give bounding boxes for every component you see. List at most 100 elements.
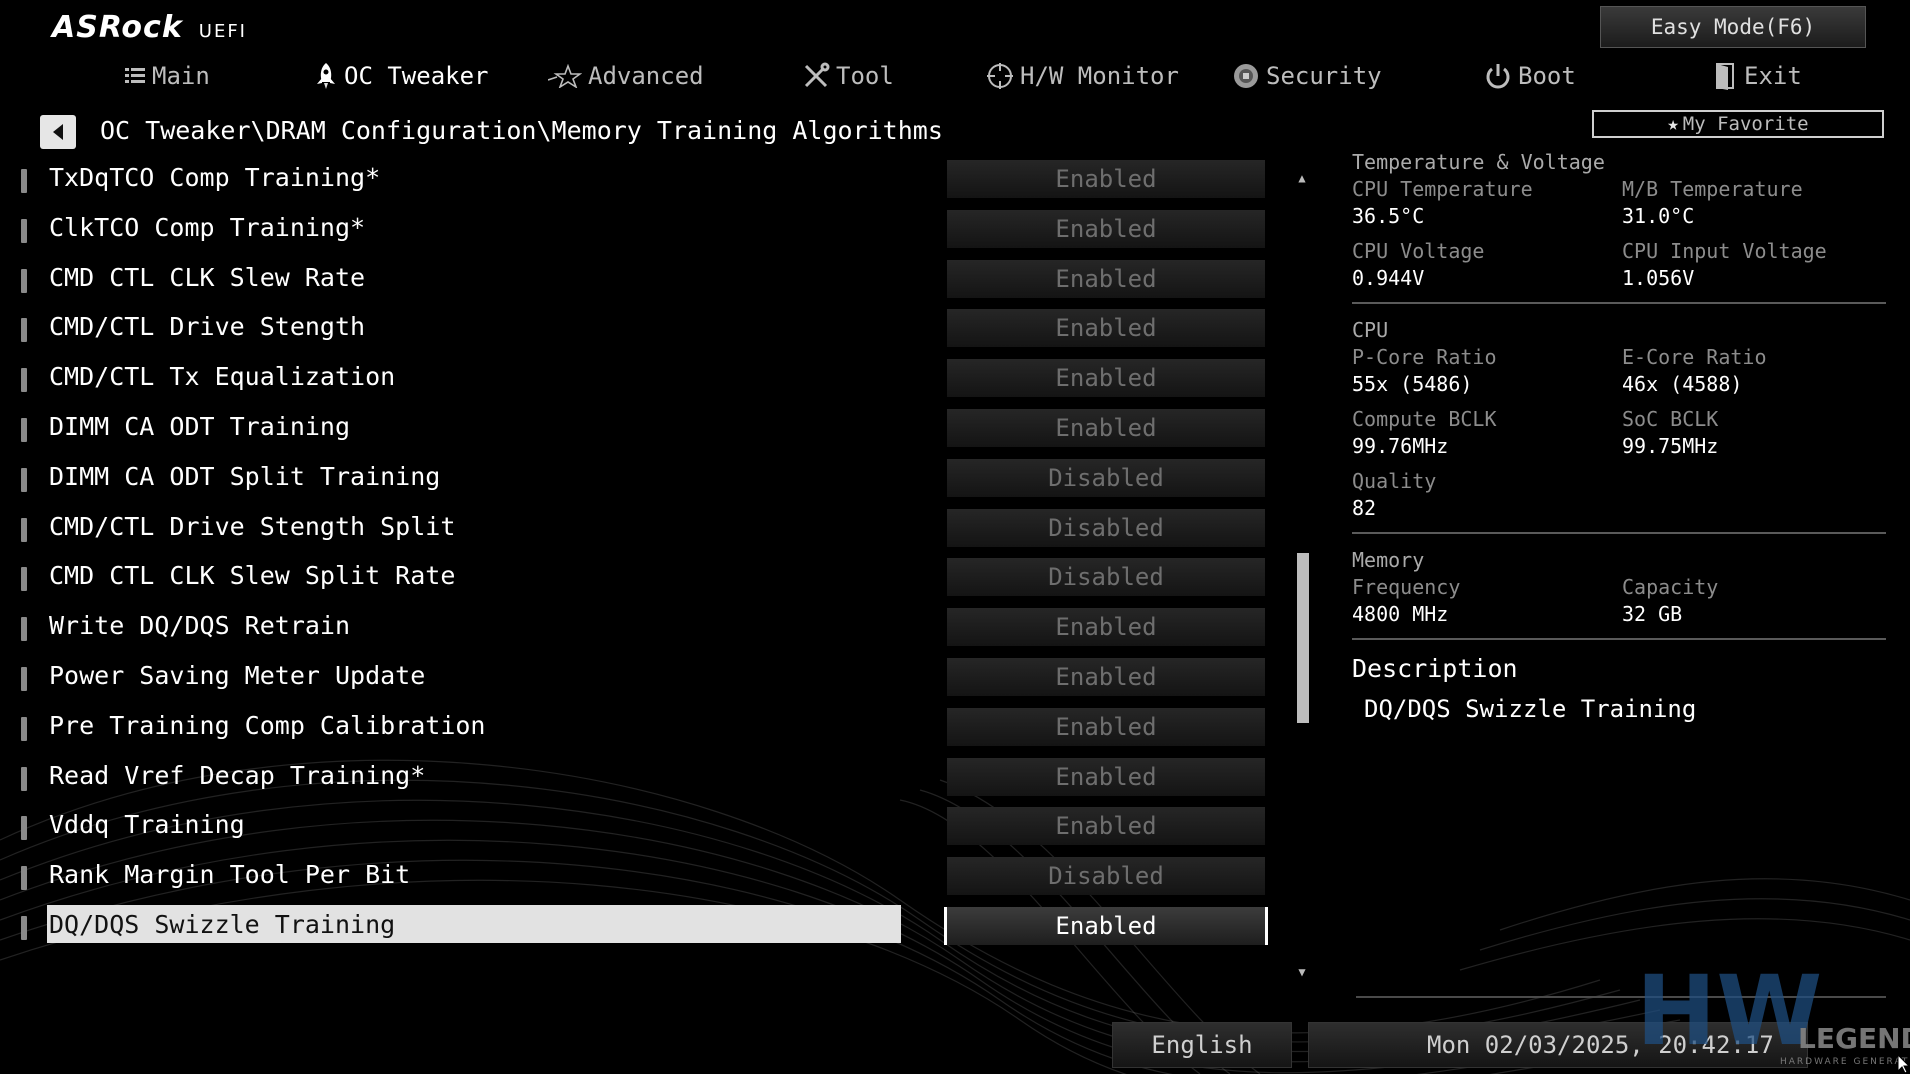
pcore-ratio-value: 55x (5486) <box>1352 372 1473 396</box>
rocket-icon <box>317 63 335 89</box>
tab-main-label: Main <box>152 62 210 90</box>
setting-label: DQ/DQS Swizzle Training <box>49 909 396 939</box>
scroll-thumb[interactable] <box>1297 553 1309 723</box>
row-marker <box>21 617 27 642</box>
setting-value[interactable]: Enabled <box>947 160 1265 198</box>
setting-value[interactable]: Enabled <box>947 408 1265 447</box>
capacity-label: Capacity <box>1622 575 1719 599</box>
ecore-ratio-value: 46x (4588) <box>1622 372 1743 396</box>
main-nav: Main OC Tweaker Advanced Tool H/W Monito… <box>0 56 1910 96</box>
setting-value[interactable]: Enabled <box>947 359 1265 398</box>
setting-value[interactable]: Disabled <box>947 558 1265 597</box>
setting-row[interactable]: TxDqTCO Comp Training* Enabled <box>0 157 1280 207</box>
setting-label: CMD CTL CLK Slew Rate <box>49 262 366 292</box>
mouse-cursor-icon <box>1897 1054 1910 1074</box>
easy-mode-button[interactable]: Easy Mode(F6) <box>1600 6 1866 48</box>
tab-tool-label: Tool <box>836 62 894 90</box>
scroll-down-arrow-icon[interactable]: ▼ <box>1294 964 1310 980</box>
frequency-label: Frequency <box>1352 575 1461 599</box>
tab-oc-tweaker[interactable]: OC Tweaker <box>314 56 489 96</box>
setting-label: CMD CTL CLK Slew Split Rate <box>49 561 456 591</box>
setting-row[interactable]: Read Vref Decap Training* Enabled <box>0 755 1280 805</box>
row-marker <box>21 816 27 841</box>
mb-temp-label: M/B Temperature <box>1622 177 1803 201</box>
temp-voltage-title: Temperature & Voltage <box>1352 150 1605 174</box>
setting-value[interactable]: Enabled <box>947 309 1265 348</box>
tab-hw-monitor-label: H/W Monitor <box>1020 62 1179 90</box>
cpu-voltage-label: CPU Voltage <box>1352 239 1485 263</box>
setting-label: Vddq Training <box>49 810 245 840</box>
setting-row[interactable]: Write DQ/DQS Retrain Enabled <box>0 605 1280 655</box>
tab-exit-label: Exit <box>1744 62 1802 90</box>
description-title: Description <box>1352 654 1518 683</box>
setting-label: CMD/CTL Drive Stength Split <box>49 511 456 541</box>
setting-value[interactable]: Enabled <box>947 807 1265 846</box>
setting-value[interactable]: Enabled <box>947 608 1265 647</box>
setting-row[interactable]: DIMM CA ODT Split Training Disabled <box>0 456 1280 506</box>
setting-row-selected[interactable]: DQ/DQS Swizzle Training Enabled <box>0 904 1280 954</box>
tab-security[interactable]: Security <box>1232 56 1382 96</box>
tab-tool[interactable]: Tool <box>802 56 894 96</box>
setting-row[interactable]: DIMM CA ODT Training Enabled <box>0 406 1280 456</box>
setting-value[interactable]: Enabled <box>947 259 1265 298</box>
setting-label: Power Saving Meter Update <box>49 660 426 690</box>
setting-row[interactable]: CMD/CTL Drive Stength Enabled <box>0 306 1280 356</box>
setting-value[interactable]: Enabled <box>944 906 1268 945</box>
row-marker <box>21 368 27 393</box>
setting-row[interactable]: Power Saving Meter Update Enabled <box>0 655 1280 705</box>
settings-list: TxDqTCO Comp Training* Enabled ClkTCO Com… <box>0 157 1280 954</box>
row-marker <box>21 218 27 243</box>
setting-label: CMD/CTL Tx Equalization <box>49 362 396 392</box>
row-marker <box>21 417 27 442</box>
row-marker <box>21 915 27 940</box>
tab-hw-monitor[interactable]: H/W Monitor <box>986 56 1179 96</box>
setting-value[interactable]: Disabled <box>947 508 1265 547</box>
setting-value[interactable]: Enabled <box>947 657 1265 696</box>
row-marker <box>21 766 27 791</box>
compute-bclk-label: Compute BCLK <box>1352 407 1497 431</box>
setting-row[interactable]: Pre Training Comp Calibration Enabled <box>0 705 1280 755</box>
watermark-text: LEGEND <box>1798 1022 1910 1055</box>
star-icon: ★ <box>1667 113 1679 135</box>
setting-row[interactable]: CMD CTL CLK Slew Rate Enabled <box>0 257 1280 307</box>
setting-row[interactable]: CMD/CTL Tx Equalization Enabled <box>0 356 1280 406</box>
tab-advanced[interactable]: Advanced <box>548 56 704 96</box>
scroll-up-arrow-icon[interactable]: ▲ <box>1294 170 1310 186</box>
watermark-sub: HARDWARE GENERATION <box>1780 1057 1910 1067</box>
my-favorite-button[interactable]: ★ My Favorite <box>1592 110 1884 138</box>
quality-value: 82 <box>1352 496 1377 520</box>
tab-boot[interactable]: Boot <box>1484 56 1576 96</box>
row-marker <box>21 467 27 492</box>
row-marker <box>21 666 27 691</box>
setting-value[interactable]: Enabled <box>947 707 1265 746</box>
back-button[interactable] <box>40 115 76 149</box>
tab-exit[interactable]: Exit <box>1714 56 1802 96</box>
setting-value[interactable]: Disabled <box>947 857 1265 896</box>
row-marker <box>21 517 27 542</box>
setting-row[interactable]: Rank Margin Tool Per Bit Disabled <box>0 854 1280 904</box>
power-icon <box>1486 64 1510 89</box>
setting-value[interactable]: Enabled <box>947 757 1265 796</box>
divider <box>1352 532 1886 534</box>
divider <box>1352 302 1886 304</box>
setting-label: CMD/CTL Drive Stength <box>49 312 366 342</box>
hwlegend-watermark: HW LEGEND HARDWARE GENERATION <box>1636 955 1910 1067</box>
tab-main[interactable]: Main <box>124 56 210 96</box>
logo-brand: ASRock <box>52 10 183 45</box>
tools-icon <box>804 62 830 88</box>
cpu-input-voltage-label: CPU Input Voltage <box>1622 239 1827 263</box>
setting-row[interactable]: CMD/CTL Drive Stength Split Disabled <box>0 506 1280 556</box>
scrollbar[interactable]: ▲ ▼ <box>1294 170 1310 980</box>
crosshair-icon <box>987 63 1013 89</box>
asrock-logo: ASRock UEFI <box>52 10 247 45</box>
language-button[interactable]: English <box>1112 1022 1292 1068</box>
arrow-left-icon <box>53 124 63 140</box>
shield-icon <box>1234 64 1258 88</box>
setting-row[interactable]: CMD CTL CLK Slew Split Rate Disabled <box>0 555 1280 605</box>
setting-value[interactable]: Enabled <box>947 209 1265 248</box>
setting-row[interactable]: ClkTCO Comp Training* Enabled <box>0 207 1280 257</box>
setting-row[interactable]: Vddq Training Enabled <box>0 804 1280 854</box>
setting-value[interactable]: Disabled <box>947 458 1265 497</box>
cpu-temp-label: CPU Temperature <box>1352 177 1533 201</box>
tab-boot-label: Boot <box>1518 62 1576 90</box>
